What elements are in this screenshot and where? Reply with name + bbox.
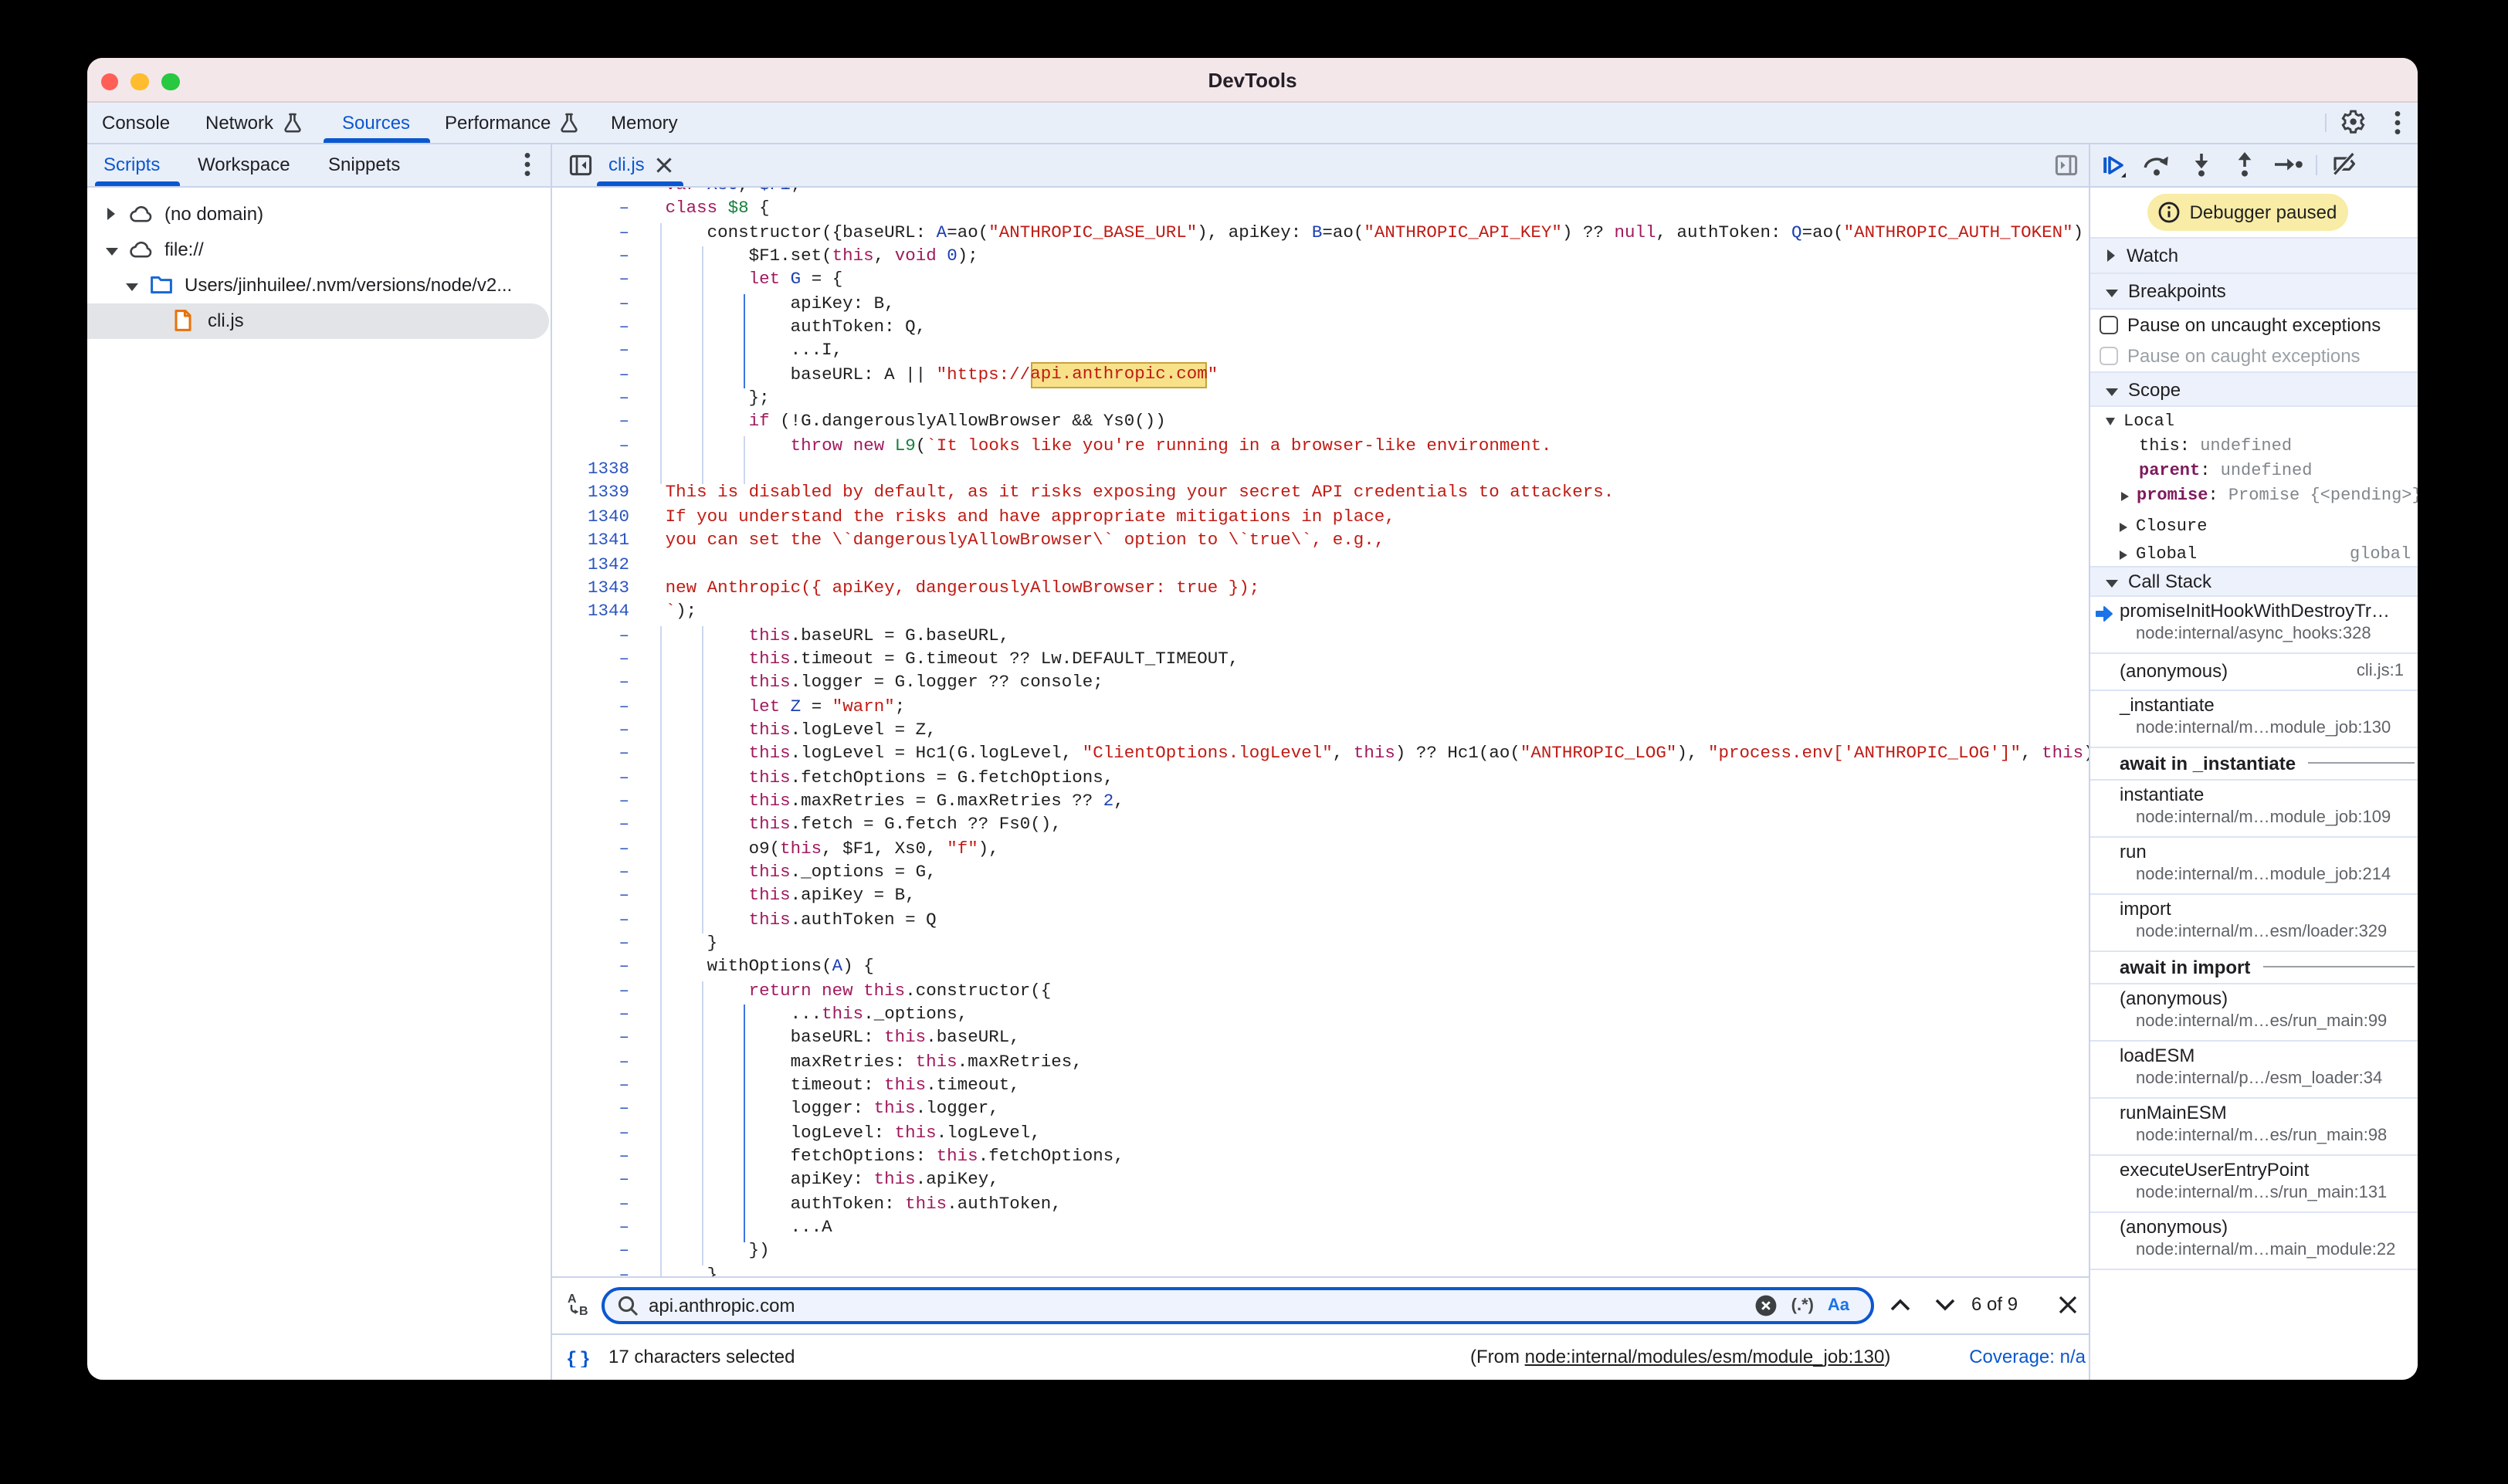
- svg-text:{}: {}: [566, 1350, 593, 1367]
- svg-text:A: A: [568, 1293, 577, 1306]
- svg-text:B: B: [579, 1305, 588, 1316]
